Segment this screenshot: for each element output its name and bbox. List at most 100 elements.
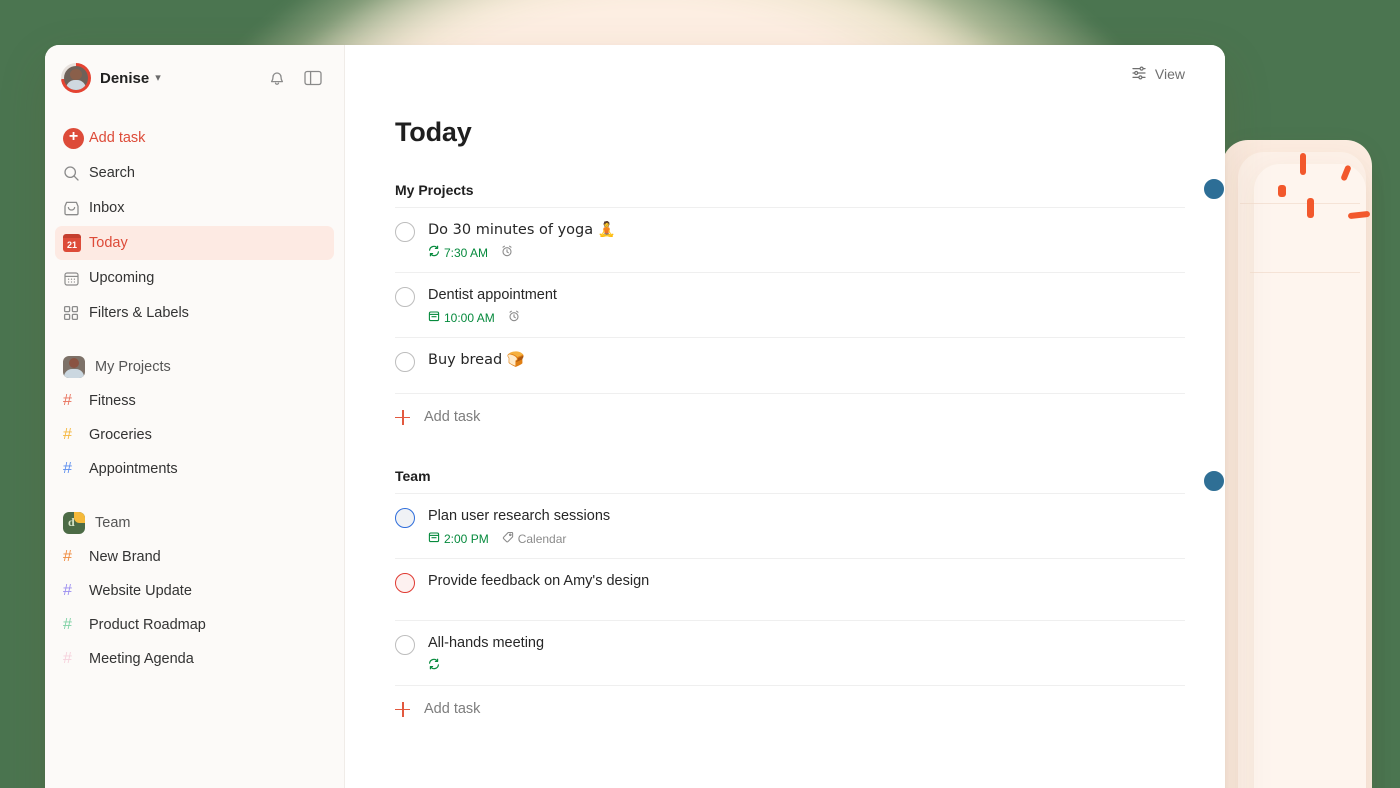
- task-checkbox[interactable]: [395, 508, 415, 528]
- avatar-image: [64, 66, 88, 90]
- sidebar-project-groceries[interactable]: # Groceries: [55, 418, 334, 452]
- sidebar-group-label: My Projects: [95, 359, 171, 375]
- hash-icon: #: [63, 426, 72, 443]
- task-recurring-chunk: [428, 658, 444, 673]
- sidebar-project-label: New Brand: [89, 549, 161, 565]
- sidebar-item-label: Add task: [89, 130, 146, 146]
- sidebar-project-product-roadmap[interactable]: # Product Roadmap: [55, 608, 334, 642]
- panel-layout-icon[interactable]: [302, 67, 324, 89]
- task-title: Dentist appointment: [428, 287, 557, 303]
- hash-icon: #: [63, 460, 72, 477]
- calendar-today-icon: 21: [63, 234, 89, 252]
- sidebar-project-meeting-agenda[interactable]: # Meeting Agenda: [55, 642, 334, 676]
- task-body: Provide feedback on Amy's design: [428, 572, 1185, 591]
- section-title: My Projects: [395, 182, 474, 198]
- task-due-chunk: 7:30 AM: [428, 245, 488, 260]
- sidebar-item-today[interactable]: 21 Today: [55, 226, 334, 260]
- search-icon: [63, 165, 89, 182]
- collaborator-avatar-marker[interactable]: [1203, 178, 1225, 200]
- task-title: Plan user research sessions: [428, 508, 611, 524]
- task-row[interactable]: All-hands meeting: [395, 621, 1185, 686]
- avatar[interactable]: [61, 63, 91, 93]
- bell-icon[interactable]: [266, 67, 288, 89]
- task-row[interactable]: Provide feedback on Amy's design: [395, 559, 1185, 621]
- task-row[interactable]: Dentist appointment 10:00 AM: [395, 273, 1185, 338]
- sidebar-project-label: Fitness: [89, 393, 136, 409]
- sidebar-project-label: Product Roadmap: [89, 617, 206, 633]
- calendar-icon: [428, 310, 440, 325]
- plus-circle-icon: +: [63, 127, 89, 149]
- sidebar-item-add-task[interactable]: + Add task: [55, 121, 334, 155]
- chevron-down-icon[interactable]: ▾: [155, 72, 161, 84]
- task-body: Buy bread 🍞: [428, 351, 1185, 370]
- sliders-icon: [1131, 65, 1147, 84]
- task-body: Plan user research sessions 2:00 PM Cale…: [428, 507, 1185, 546]
- sidebar-header-actions: [266, 67, 328, 89]
- calendar-icon: [428, 531, 440, 546]
- sidebar-item-label: Today: [89, 235, 128, 251]
- stack-decor-line: [1240, 203, 1360, 204]
- sidebar-project-new-brand[interactable]: # New Brand: [55, 540, 334, 574]
- confetti-mark: [1307, 198, 1314, 218]
- sidebar-group-label: Team: [95, 515, 131, 531]
- sidebar-item-filters-labels[interactable]: Filters & Labels: [55, 296, 334, 330]
- task-checkbox[interactable]: [395, 635, 415, 655]
- task-checkbox[interactable]: [395, 287, 415, 307]
- section-header[interactable]: My Projects: [395, 178, 1225, 208]
- sidebar-item-search[interactable]: Search: [55, 156, 334, 190]
- task-due-text: 2:00 PM: [444, 531, 489, 546]
- task-title: Do 30 minutes of yoga 🧘: [428, 222, 616, 238]
- confetti-mark: [1278, 185, 1286, 197]
- sidebar-project-label: Groceries: [89, 427, 152, 443]
- view-button-label: View: [1154, 66, 1185, 82]
- sidebar-project-label: Appointments: [89, 461, 178, 477]
- add-task-button-my-projects[interactable]: Add task: [395, 394, 1185, 440]
- task-title: Provide feedback on Amy's design: [428, 573, 650, 589]
- sidebar-project-label: Website Update: [89, 583, 192, 599]
- sidebar-group-team[interactable]: Team: [55, 506, 334, 540]
- view-button[interactable]: View: [1131, 65, 1185, 84]
- alarm-icon: [501, 245, 513, 260]
- calendar-grid-icon: [63, 270, 89, 287]
- plus-icon: [395, 409, 410, 425]
- sidebar-project-appointments[interactable]: # Appointments: [55, 452, 334, 486]
- task-row[interactable]: Do 30 minutes of yoga 🧘 7:30 AM: [395, 208, 1185, 273]
- sidebar-item-label: Search: [89, 165, 135, 181]
- plus-icon: [395, 701, 410, 717]
- section-team: Team Plan user research sessions 2:00 PM…: [395, 468, 1225, 732]
- task-row[interactable]: Plan user research sessions 2:00 PM Cale…: [395, 494, 1185, 559]
- main-toolbar: View: [395, 45, 1185, 103]
- collaborator-avatar-marker[interactable]: [1203, 470, 1225, 492]
- sidebar-project-label: Meeting Agenda: [89, 651, 194, 667]
- sidebar-project-website-update[interactable]: # Website Update: [55, 574, 334, 608]
- task-reminder-chunk: [508, 310, 520, 325]
- sidebar-item-inbox[interactable]: Inbox: [55, 191, 334, 225]
- main-content: View Today My Projects Do 30 minutes of …: [345, 45, 1225, 788]
- sidebar-item-upcoming[interactable]: Upcoming: [55, 261, 334, 295]
- task-title: All-hands meeting: [428, 635, 545, 651]
- alarm-icon: [508, 310, 520, 325]
- hash-icon: #: [63, 582, 72, 599]
- task-body: Dentist appointment 10:00 AM: [428, 286, 1185, 325]
- task-due-text: 7:30 AM: [444, 245, 489, 260]
- calendar-day-number: 21: [66, 240, 77, 250]
- task-label-text: Calendar: [517, 531, 567, 546]
- task-body: Do 30 minutes of yoga 🧘 7:30 AM: [428, 221, 1185, 260]
- task-checkbox[interactable]: [395, 222, 415, 242]
- task-checkbox[interactable]: [395, 573, 415, 593]
- task-title: Buy bread 🍞: [428, 352, 525, 368]
- task-due-chunk: 10:00 AM: [428, 310, 495, 325]
- task-label-chunk: Calendar: [502, 531, 567, 546]
- section-header[interactable]: Team: [395, 468, 1225, 494]
- sidebar-group-my-projects[interactable]: My Projects: [55, 350, 334, 384]
- add-task-button-team[interactable]: Add task: [395, 686, 1185, 732]
- task-body: All-hands meeting: [428, 634, 1185, 673]
- add-task-label: Add task: [424, 701, 481, 717]
- task-row[interactable]: Buy bread 🍞: [395, 338, 1185, 394]
- sidebar-project-fitness[interactable]: # Fitness: [55, 384, 334, 418]
- section-my-projects: My Projects Do 30 minutes of yoga 🧘 7:30…: [395, 178, 1225, 440]
- section-title: Team: [395, 468, 431, 484]
- confetti-mark: [1300, 153, 1306, 175]
- page-title: Today: [395, 117, 472, 147]
- task-checkbox[interactable]: [395, 352, 415, 372]
